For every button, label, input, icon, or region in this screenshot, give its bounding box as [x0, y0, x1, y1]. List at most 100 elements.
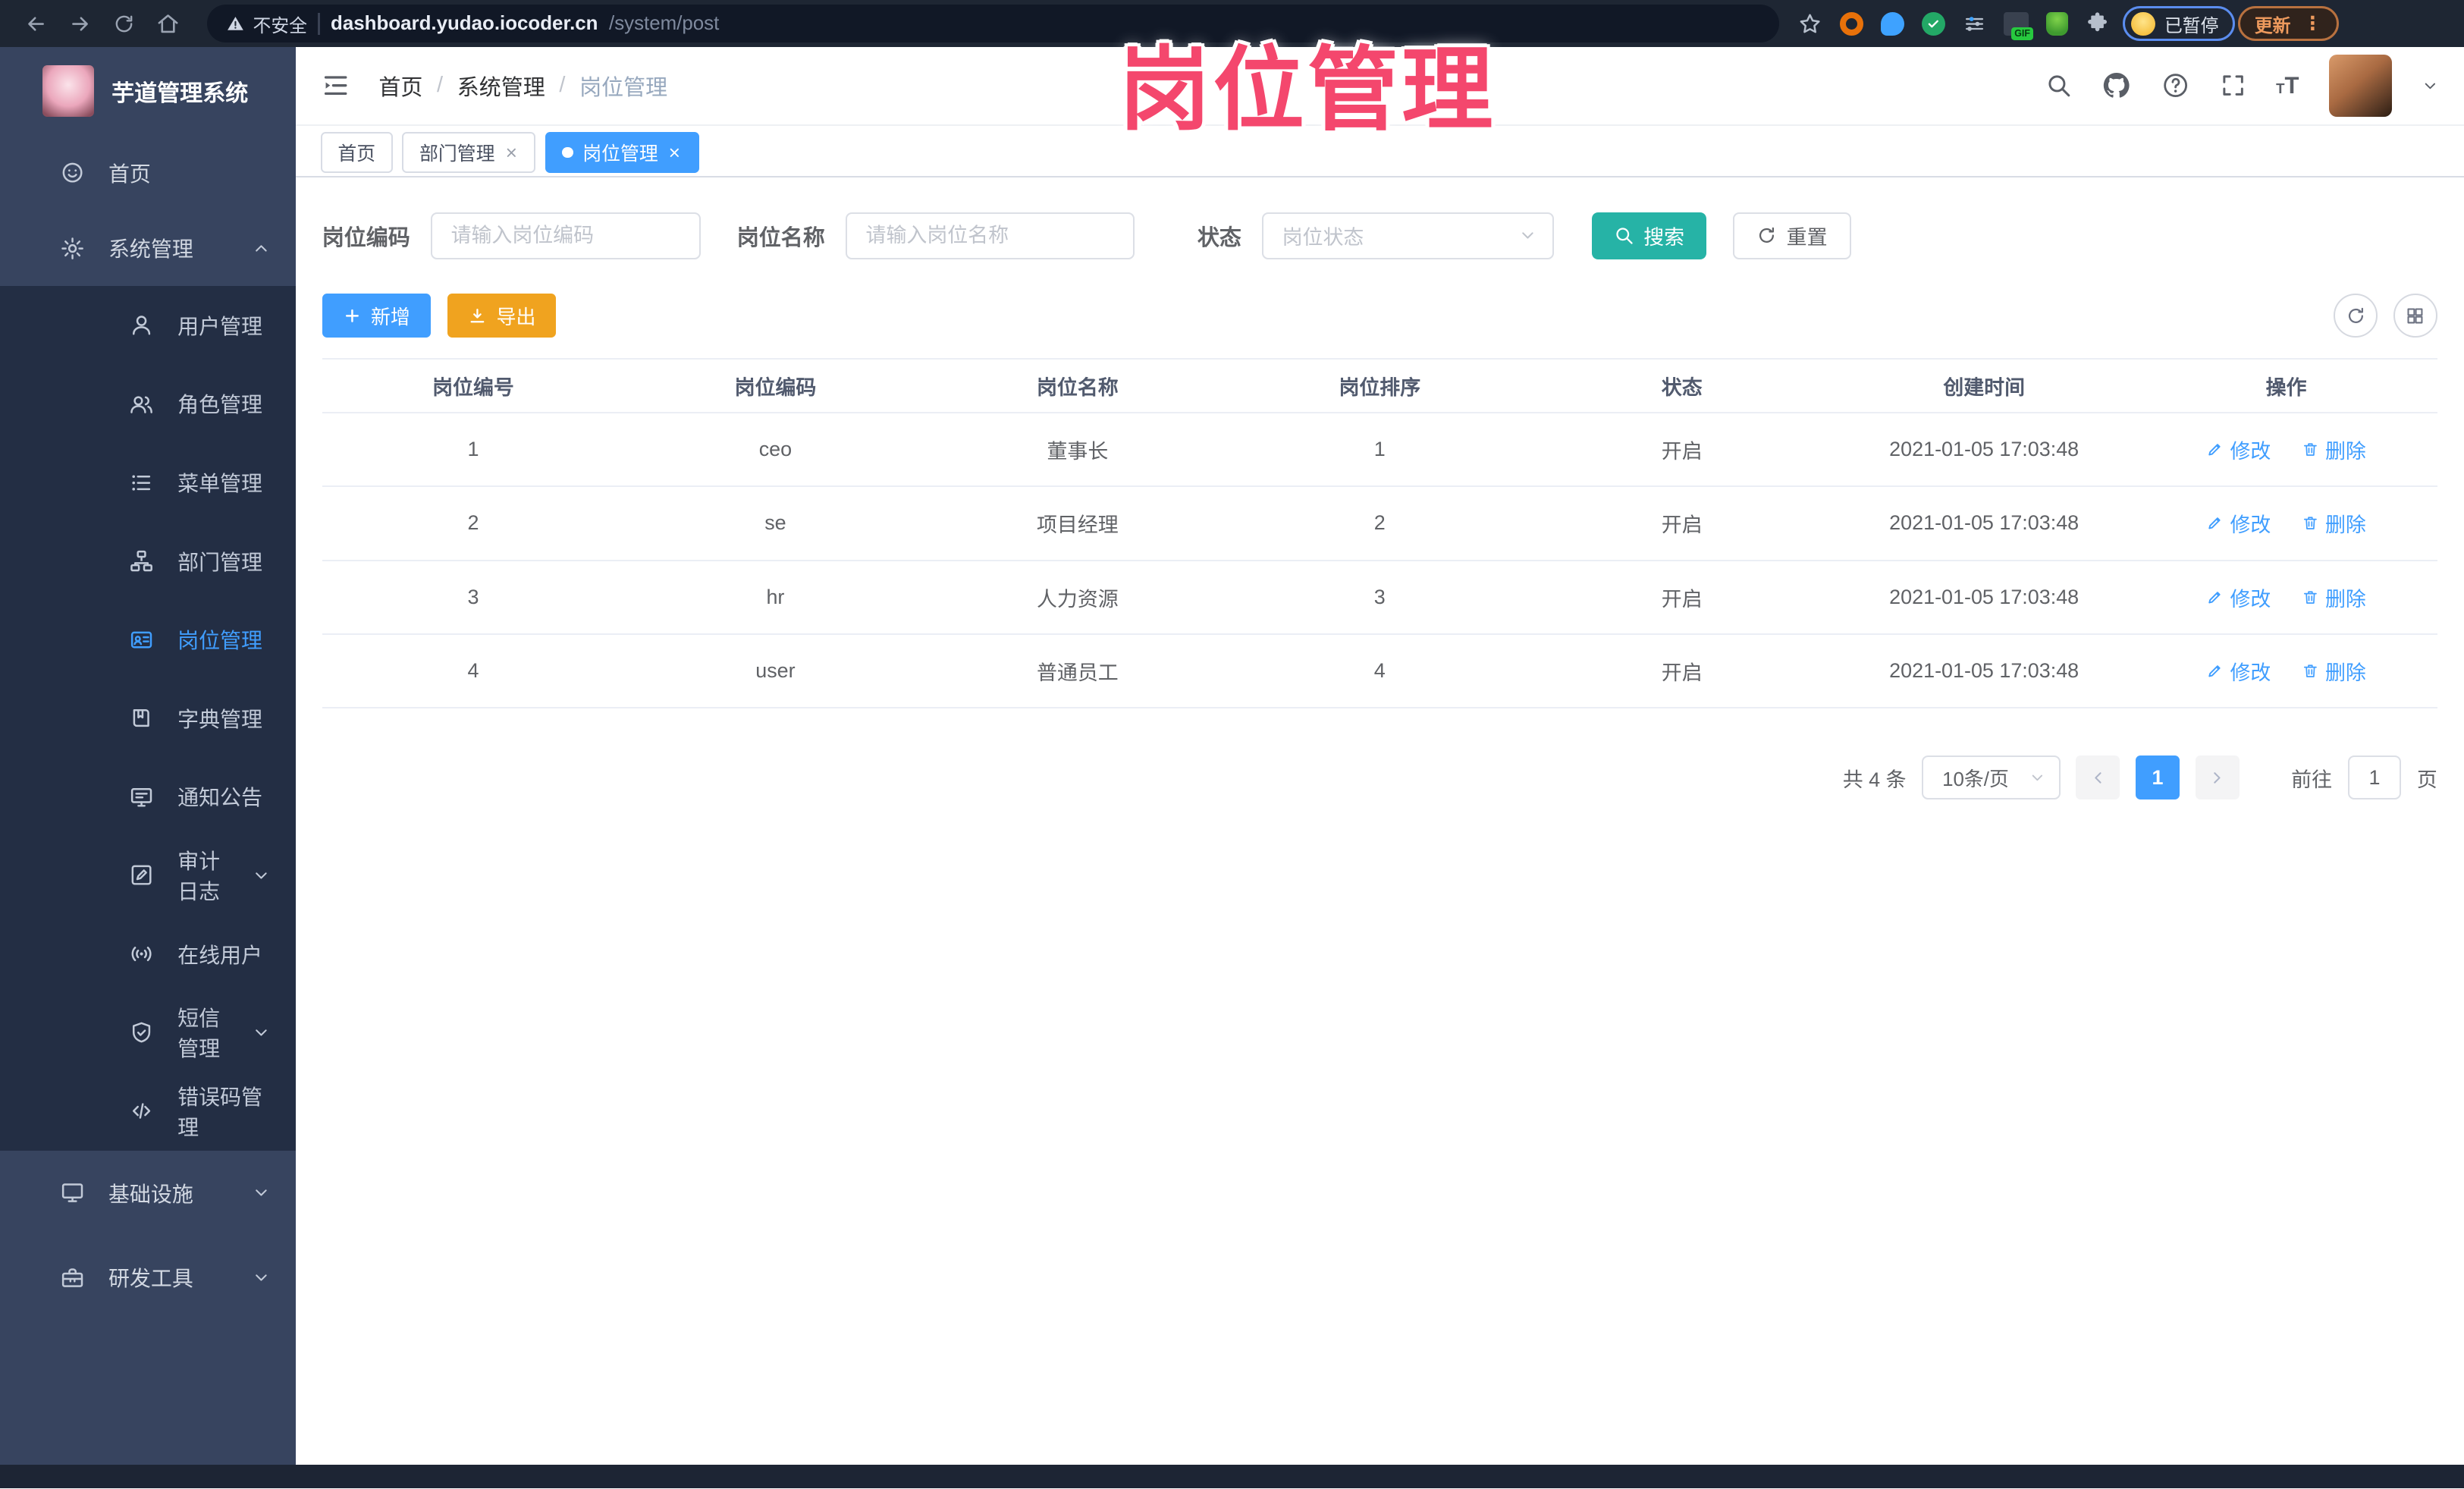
sidebar-item-home[interactable]: 首页 [0, 135, 296, 210]
browser-reload-button[interactable] [104, 5, 145, 42]
download-icon [468, 306, 487, 325]
status-label: 状态 [1197, 225, 1241, 250]
posts-table: 岗位编号 岗位编码 岗位名称 岗位排序 状态 创建时间 操作 1 ceo 董事长 [322, 358, 2437, 709]
chevron-down-icon [252, 1023, 271, 1042]
badge-icon [129, 627, 154, 652]
sidebar-item-dev-tools[interactable]: 研发工具 [0, 1236, 296, 1321]
add-button[interactable]: 新增 [322, 294, 431, 338]
browser-forward-button[interactable] [60, 5, 101, 42]
edit-link[interactable]: 修改 [2206, 583, 2271, 612]
caret-down-icon[interactable] [2422, 77, 2439, 95]
column-settings-button[interactable] [2393, 294, 2437, 338]
browser-back-button[interactable] [16, 5, 57, 42]
sidebar-collapse-button[interactable] [321, 71, 350, 100]
url-host: dashboard.yudao.iocoder.cn [331, 12, 598, 34]
status-select[interactable]: 岗位状态 [1261, 212, 1555, 259]
export-button[interactable]: 导出 [447, 294, 557, 338]
app-logo[interactable]: 芋道管理系统 [0, 47, 296, 135]
sidebar-item-error-codes[interactable]: 错误码管理 [0, 1072, 296, 1151]
close-icon[interactable] [504, 146, 519, 160]
search-button[interactable]: 搜索 [1591, 212, 1707, 259]
profile-paused-badge[interactable]: 已暂停 [2123, 6, 2236, 41]
table-row[interactable]: 4 user 普通员工 4 开启 2021-01-05 17:03:48 修改 … [322, 633, 2437, 709]
sidebar-item-users[interactable]: 用户管理 [0, 286, 296, 365]
page-size-select[interactable]: 10条/页 [1922, 755, 2061, 800]
book-icon [129, 705, 154, 730]
goto-page-input[interactable] [2347, 755, 2402, 800]
sidebar-item-menus[interactable]: 菜单管理 [0, 443, 296, 522]
reset-button[interactable]: 重置 [1733, 212, 1851, 259]
current-page-button[interactable]: 1 [2136, 755, 2180, 800]
pagination: 共 4 条 10条/页 1 前往 页 [322, 755, 2437, 800]
prev-page-button[interactable] [2076, 755, 2120, 800]
delete-link[interactable]: 删除 [2302, 508, 2366, 538]
monitor-icon [60, 1180, 85, 1205]
table-row[interactable]: 3 hr 人力资源 3 开启 2021-01-05 17:03:48 修改 删除 [322, 560, 2437, 635]
chevron-down-icon [252, 1268, 271, 1287]
sidebar-item-system[interactable]: 系统管理 [0, 211, 296, 286]
address-bar[interactable]: 不安全 dashboard.yudao.iocoder.cn /system/p… [207, 5, 1779, 42]
chevron-right-icon [2208, 768, 2227, 787]
bookmark-star-icon[interactable] [1797, 11, 1822, 36]
extension-icon-sliders[interactable] [1963, 12, 1986, 36]
post-name-input[interactable] [845, 212, 1135, 259]
edit-link[interactable]: 修改 [2206, 656, 2271, 686]
extension-icon-pin[interactable] [1881, 11, 1905, 36]
sidebar-item-audit-log[interactable]: 审计日志 [0, 836, 296, 915]
table-row[interactable]: 2 se 项目经理 2 开启 2021-01-05 17:03:48 修改 删除 [322, 486, 2437, 561]
table-row[interactable]: 1 ceo 董事长 1 开启 2021-01-05 17:03:48 修改 删除 [322, 412, 2437, 488]
browser-menu-icon[interactable]: ⋮ [2303, 12, 2322, 35]
user-icon [129, 313, 154, 338]
sidebar-item-dict[interactable]: 字典管理 [0, 679, 296, 758]
search-icon[interactable] [2045, 72, 2072, 99]
edit-link[interactable]: 修改 [2206, 508, 2271, 538]
trash-icon [2302, 662, 2319, 680]
tab-home[interactable]: 首页 [320, 132, 393, 173]
delete-link[interactable]: 删除 [2302, 435, 2366, 464]
site-security-chip[interactable]: 不安全 [226, 11, 307, 37]
trash-icon [2302, 514, 2319, 532]
breadcrumb-system[interactable]: 系统管理 [457, 70, 545, 102]
next-page-button[interactable] [2195, 755, 2240, 800]
breadcrumb-separator: / [559, 73, 566, 98]
delete-link[interactable]: 删除 [2302, 656, 2366, 686]
sidebar-item-infrastructure[interactable]: 基础设施 [0, 1151, 296, 1236]
github-icon[interactable] [2101, 71, 2131, 100]
tab-departments[interactable]: 部门管理 [402, 132, 536, 173]
warning-icon [226, 14, 245, 33]
pencil-icon [2206, 662, 2224, 680]
org-tree-icon [129, 548, 154, 573]
help-icon[interactable] [2161, 71, 2189, 99]
delete-link[interactable]: 删除 [2302, 583, 2366, 612]
extension-icon-check[interactable] [1922, 11, 1946, 36]
font-size-icon[interactable]: TT [2276, 74, 2299, 97]
edit-link[interactable]: 修改 [2206, 435, 2271, 464]
table-toolbar: 新增 导出 [322, 294, 2437, 338]
refresh-table-button[interactable] [2334, 294, 2378, 338]
extension-icon-gif[interactable]: GIF [2003, 11, 2034, 40]
sidebar-item-roles[interactable]: 角色管理 [0, 365, 296, 444]
sidebar-item-online-users[interactable]: 在线用户 [0, 915, 296, 994]
top-navbar: 首页 / 系统管理 / 岗位管理 TT [295, 47, 2464, 126]
browser-home-button[interactable] [148, 5, 189, 42]
fullscreen-icon[interactable] [2220, 72, 2246, 99]
sidebar-item-departments[interactable]: 部门管理 [0, 522, 296, 601]
tab-posts[interactable]: 岗位管理 [545, 132, 699, 173]
extension-icon-plant[interactable] [2045, 11, 2068, 36]
list-icon [129, 470, 154, 495]
close-icon[interactable] [667, 146, 682, 160]
breadcrumb-home[interactable]: 首页 [378, 70, 422, 102]
post-code-input[interactable] [430, 212, 702, 259]
col-status: 状态 [1530, 359, 1833, 413]
sidebar-item-posts[interactable]: 岗位管理 [0, 600, 296, 679]
browser-update-button[interactable]: 更新 ⋮ [2238, 6, 2339, 41]
sidebar-item-sms[interactable]: 短信管理 [0, 993, 296, 1072]
avatar[interactable] [2328, 54, 2392, 118]
profile-emoji-icon [2131, 11, 2155, 36]
sidebar-item-notice[interactable]: 通知公告 [0, 758, 296, 837]
app-title: 芋道管理系统 [111, 81, 249, 107]
chevron-down-icon [252, 1183, 271, 1202]
bottom-bar [0, 1465, 2464, 1489]
extensions-puzzle-icon[interactable] [2085, 11, 2110, 36]
extension-icon-orange[interactable] [1840, 11, 1864, 36]
